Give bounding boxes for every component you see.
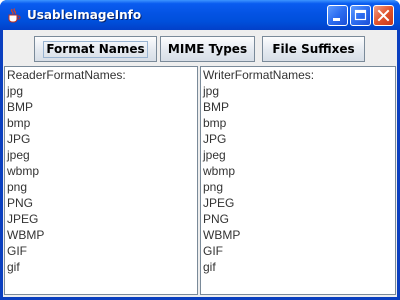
format-names-button[interactable]: Format Names: [34, 36, 157, 62]
list-item: BMP: [203, 100, 230, 114]
list-item: gif: [203, 260, 216, 274]
mime-types-button[interactable]: MIME Types: [160, 36, 255, 62]
list-item: JPG: [203, 132, 227, 146]
list-item: jpeg: [203, 148, 226, 162]
writer-format-list[interactable]: WriterFormatNames: jpg BMP bmp JPG jpeg …: [200, 66, 396, 295]
minimize-button[interactable]: [327, 5, 348, 26]
list-item: JPG: [7, 132, 31, 146]
list-item: jpg: [203, 84, 220, 98]
list-item: jpg: [7, 84, 24, 98]
list-item: gif: [7, 260, 20, 274]
list-item: PNG: [203, 212, 230, 226]
java-cup-icon: [6, 7, 22, 23]
list-item: GIF: [203, 244, 223, 258]
list-item: WriterFormatNames:: [203, 68, 315, 82]
list-item: png: [7, 180, 28, 194]
title-bar[interactable]: UsableImageInfo: [0, 0, 400, 30]
minimize-icon: [333, 18, 340, 21]
maximize-button[interactable]: [350, 5, 371, 26]
maximize-icon: [354, 9, 367, 21]
list-item: JPEG: [7, 212, 39, 226]
file-suffixes-button[interactable]: File Suffixes: [262, 36, 365, 62]
app-window: UsableImageInfo Format Names MIME Types …: [0, 0, 400, 300]
window-title: UsableImageInfo: [27, 8, 142, 22]
list-item: JPEG: [203, 196, 235, 210]
list-item: PNG: [7, 196, 34, 210]
list-item: WBMP: [7, 228, 45, 242]
format-names-label: Format Names: [43, 41, 148, 58]
close-button[interactable]: [373, 5, 394, 26]
list-item: bmp: [7, 116, 31, 130]
close-icon: [377, 9, 390, 22]
list-item: WBMP: [203, 228, 241, 242]
list-item: ReaderFormatNames:: [7, 68, 126, 82]
list-item: wbmp: [203, 164, 236, 178]
reader-format-list[interactable]: ReaderFormatNames: jpg BMP bmp JPG jpeg …: [4, 66, 198, 295]
list-item: bmp: [203, 116, 227, 130]
list-item: GIF: [7, 244, 27, 258]
window-content: Format Names MIME Types File Suffixes Re…: [3, 30, 397, 297]
list-item: wbmp: [7, 164, 40, 178]
list-item: jpeg: [7, 148, 30, 162]
list-item: png: [203, 180, 224, 194]
list-item: BMP: [7, 100, 34, 114]
